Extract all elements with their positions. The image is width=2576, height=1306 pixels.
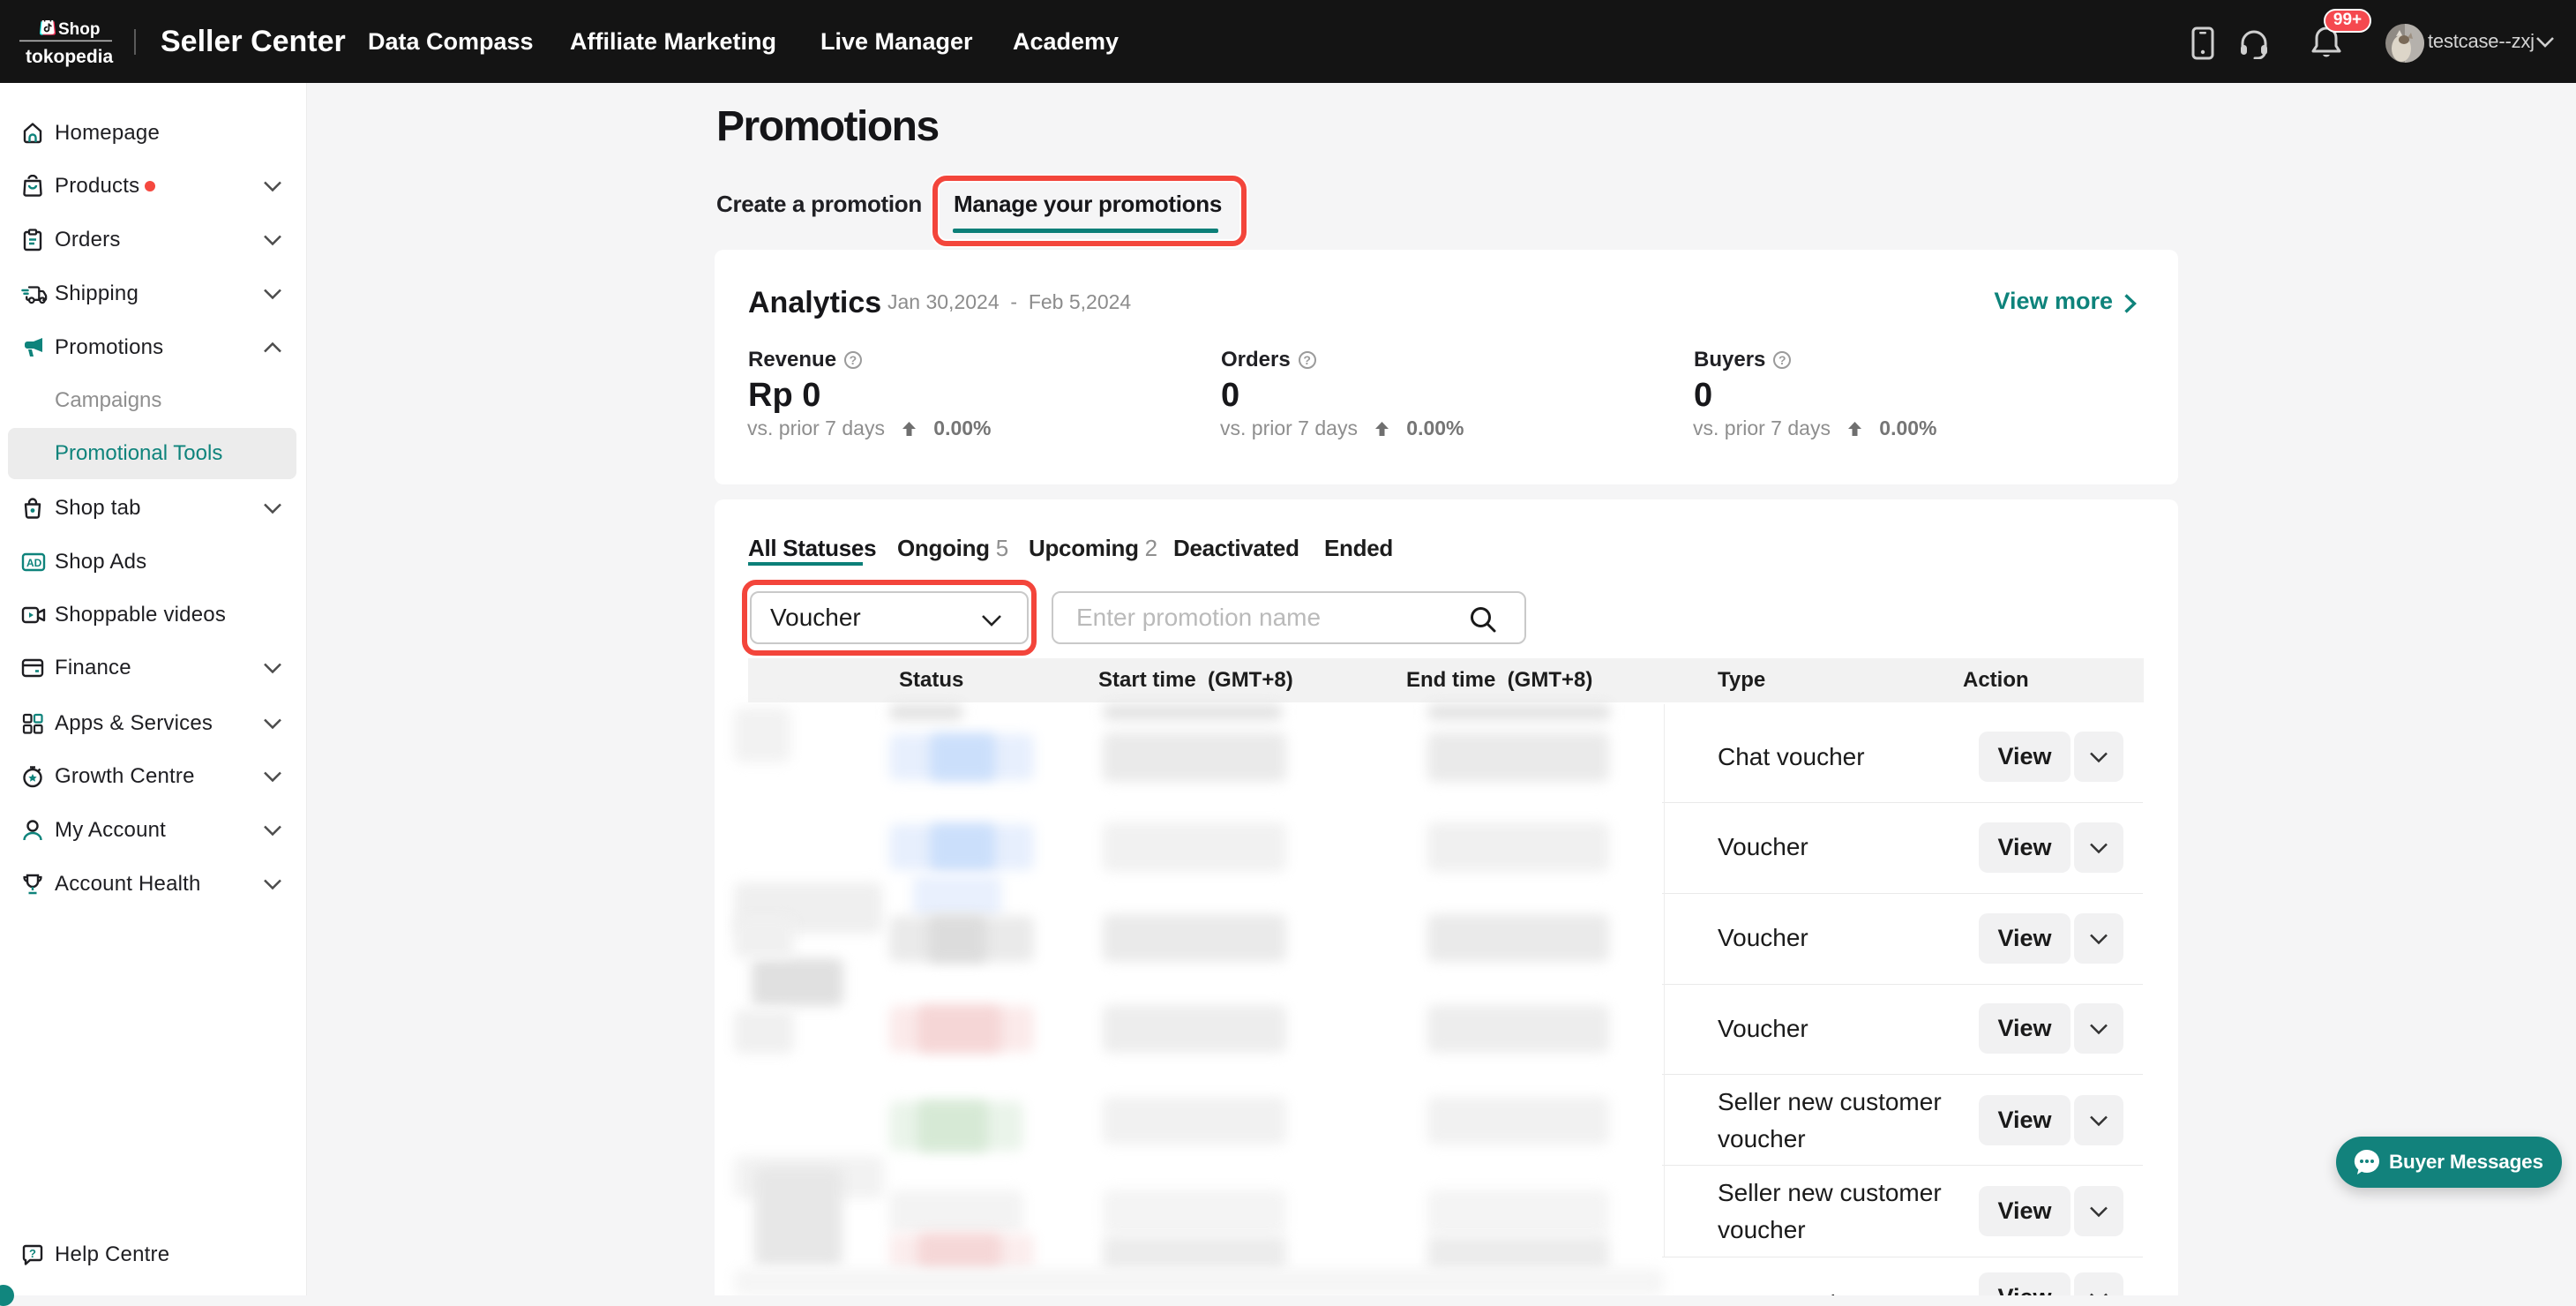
svg-text:Shop: Shop [58, 20, 101, 39]
svg-text:AD: AD [26, 557, 42, 569]
svg-text:?: ? [29, 1247, 36, 1260]
svg-text:tokopedia: tokopedia [26, 47, 113, 67]
